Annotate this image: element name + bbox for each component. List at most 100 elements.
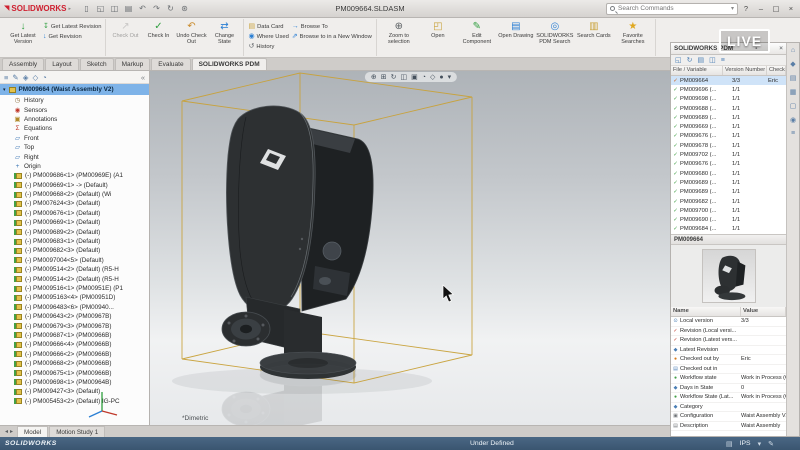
tree-component-item[interactable]: (-) PM007624<3> (Default)	[2, 199, 149, 208]
ribbon-button[interactable]: ◰ Open	[419, 19, 457, 56]
property-row[interactable]: ◆ Days in State 0	[671, 384, 786, 394]
column-checked-out[interactable]: Check...	[767, 66, 786, 75]
ribbon-button[interactable]: ▥ Search Cards	[575, 19, 613, 56]
tree-component-item[interactable]: (-) PM0097004<5> (Default)	[2, 256, 149, 265]
close-button[interactable]: ×	[784, 2, 798, 15]
preview-thumbnail[interactable]	[702, 249, 756, 303]
tree-component-item[interactable]: (-) PM009682<3> (Default)	[2, 246, 149, 255]
options-icon[interactable]: ⊛	[179, 4, 190, 13]
scroll-right-icon[interactable]: ▸	[10, 428, 13, 435]
solidworks-menu[interactable]: ◥ SOLIDWORKS ▸	[4, 4, 71, 13]
tree-component-item[interactable]: (-) PM009514<2> (Default) (R5-H	[2, 265, 149, 274]
tree-component-item[interactable]: (-) PM009514<2> (Default) (R5-H	[2, 274, 149, 283]
graphics-viewport[interactable]: ⊕ ⊞ ↻ ◫ ▣ ◔ ◇ ● ▾	[150, 71, 672, 425]
headsup-icon[interactable]: ▣	[411, 73, 418, 81]
pdm-file-row[interactable]: ✓ PM009690 (... 1/1	[671, 215, 786, 224]
tree-component-item[interactable]: (-) PM009643<2> (PM00967B)	[2, 312, 149, 321]
tree-component-item[interactable]: (-) PM0096483<6> (PM00940...	[2, 303, 149, 312]
ribbon-button[interactable]: ✎ Edit Component	[458, 19, 496, 56]
tree-component-item[interactable]: (-) PM009668<2> (PM00966B)	[2, 359, 149, 368]
headsup-icon[interactable]: ↻	[391, 73, 397, 81]
tree-component-item[interactable]: (-) PM009676<1> (Default)	[2, 209, 149, 218]
open-icon[interactable]: ◱	[95, 4, 106, 13]
command-tab[interactable]: Assembly	[2, 58, 44, 70]
task-pane-tab-icon[interactable]: ◉	[790, 116, 796, 124]
save-icon[interactable]: ◫	[109, 4, 120, 13]
pdm-toolbar-icon[interactable]: ≡	[721, 57, 725, 64]
print-icon[interactable]: ▤	[123, 4, 134, 13]
get-revision-button[interactable]: ↓ Get Revision	[42, 33, 102, 40]
featuremanager-tab-icon[interactable]: ≡	[4, 73, 8, 82]
column-version-number[interactable]: Version Number	[723, 66, 767, 75]
propertymanager-tab-icon[interactable]: ✎	[12, 73, 18, 82]
column-name[interactable]: Name	[671, 307, 741, 316]
model-tab[interactable]: Motion Study 1	[49, 426, 105, 437]
column-file-variable[interactable]: File / Variable	[671, 66, 723, 75]
tree-component-item[interactable]: (-) PM009669<1> (Default)	[2, 218, 149, 227]
displaymanager-tab-icon[interactable]: ◔	[42, 73, 47, 82]
tree-component-item[interactable]: (-) PM009668<2> (Default) (Wi	[2, 190, 149, 199]
configurationmanager-tab-icon[interactable]: ◈	[23, 73, 29, 82]
pdm-file-row[interactable]: ✓ PM009669 (... 1/1	[671, 122, 786, 131]
ribbon-button[interactable]: ↶ Undo Check Out	[175, 19, 207, 56]
pdm-file-row[interactable]: ✓ PM009684 (... 1/1	[671, 225, 786, 234]
pdm-file-row[interactable]: ✓ PM009688 (... 1/1	[671, 104, 786, 113]
unit-system[interactable]: IPS	[740, 440, 751, 447]
tree-component-item[interactable]: (-) PM009686<1> (PM00969E) (A1	[2, 171, 149, 180]
tag-icon[interactable]: ▤	[726, 440, 733, 448]
tree-component-item[interactable]: (-) PM009666<4> (PM00966B)	[2, 340, 149, 349]
ribbon-button[interactable]: ✓ Check In	[142, 19, 174, 56]
tree-component-item[interactable]: (-) PM005453<2> (Default) IG-PC	[2, 397, 149, 406]
ribbon-button[interactable]: ⇄ Change State	[208, 19, 240, 56]
pdm-file-row[interactable]: ✓ PM009680 (... 1/1	[671, 169, 786, 178]
get-latest-revision-button[interactable]: ↧ Get Latest Revision	[42, 23, 102, 30]
tree-component-item[interactable]: (-) PM009666<2> (PM00966B)	[2, 350, 149, 359]
pdm-file-row[interactable]: ✓ PM009698 (... 1/1	[671, 95, 786, 104]
pdm-toolbar-icon[interactable]: ◱	[675, 56, 682, 64]
property-row[interactable]: ◆ Category	[671, 403, 786, 413]
tree-component-item[interactable]: (-) PM009698<1> (PM00964B)	[2, 378, 149, 387]
ribbon-button[interactable]: ⇗ Browse to in a New Window	[291, 33, 373, 40]
property-row[interactable]: ⊙ Local version 3/3	[671, 317, 786, 327]
unit-dropdown-icon[interactable]: ▾	[758, 440, 762, 448]
property-row[interactable]: ▤ Checked out in	[671, 365, 786, 375]
command-search[interactable]: ▾	[606, 3, 738, 15]
tree-folder-item[interactable]: ▱ Top	[2, 143, 149, 152]
minimize-button[interactable]: –	[754, 2, 768, 15]
search-input[interactable]	[618, 5, 728, 12]
ribbon-button[interactable]: ◉ Where Used	[247, 33, 289, 40]
pdm-file-row[interactable]: ✓ PM009676 (... 1/1	[671, 160, 786, 169]
get-latest-version-button[interactable]: ↓ Get Latest Version	[5, 19, 41, 56]
tree-component-item[interactable]: (-) PM009669<1> -> (Default)	[2, 181, 149, 190]
maximize-button[interactable]: ▢	[769, 2, 783, 15]
tree-folder-item[interactable]: ◉ Sensors	[2, 105, 149, 114]
headsup-icon[interactable]: ◇	[430, 73, 435, 81]
ribbon-button[interactable]: ◎ SOLIDWORKS PDM Search	[536, 19, 574, 56]
ribbon-button[interactable]: ⊕ Zoom to selection	[380, 19, 418, 56]
ribbon-button[interactable]: ▤ Open Drawing	[497, 19, 535, 56]
command-tab[interactable]: Layout	[45, 58, 79, 70]
ribbon-button[interactable]: ★ Favorite Searches	[614, 19, 652, 56]
tree-component-item[interactable]: (-) PM009683<1> (Default)	[2, 237, 149, 246]
pane-close-icon[interactable]: ×	[779, 45, 783, 52]
tree-component-item[interactable]: (-) PM009675<1> (PM00966B)	[2, 368, 149, 377]
headsup-icon[interactable]: ⊞	[381, 73, 387, 81]
pdm-file-row[interactable]: ✓ PM009676 (... 1/1	[671, 132, 786, 141]
task-pane-tab-icon[interactable]: ◆	[790, 60, 795, 68]
tree-component-item[interactable]: (-) PM0095163<4> (PM00951D)	[2, 293, 149, 302]
tree-component-item[interactable]: (-) PM009516<1> (PM00951E) (P1	[2, 284, 149, 293]
pdm-toolbar-icon[interactable]: ◫	[709, 56, 716, 64]
editing-status-icon[interactable]: ✎	[768, 440, 774, 448]
headsup-icon[interactable]: ◫	[401, 73, 408, 81]
property-row[interactable]: ● Checked out by Eric	[671, 355, 786, 365]
pdm-file-row[interactable]: ✓ PM009682 (... 1/1	[671, 197, 786, 206]
tree-folder-item[interactable]: ▣ Annotations	[2, 115, 149, 124]
headsup-icon[interactable]: ⊕	[371, 73, 377, 81]
task-pane-tab-icon[interactable]: ⌂	[791, 47, 795, 54]
expander-icon[interactable]: ▾	[3, 87, 6, 93]
task-pane-tab-icon[interactable]: ▤	[790, 74, 797, 82]
ribbon-button[interactable]: ↺ History	[247, 43, 289, 50]
tree-folder-item[interactable]: Σ Equations	[2, 124, 149, 133]
pdm-file-row[interactable]: ✓ PM009689 (... 1/1	[671, 178, 786, 187]
tree-component-item[interactable]: (-) PM009687<1> (PM00966B)	[2, 331, 149, 340]
